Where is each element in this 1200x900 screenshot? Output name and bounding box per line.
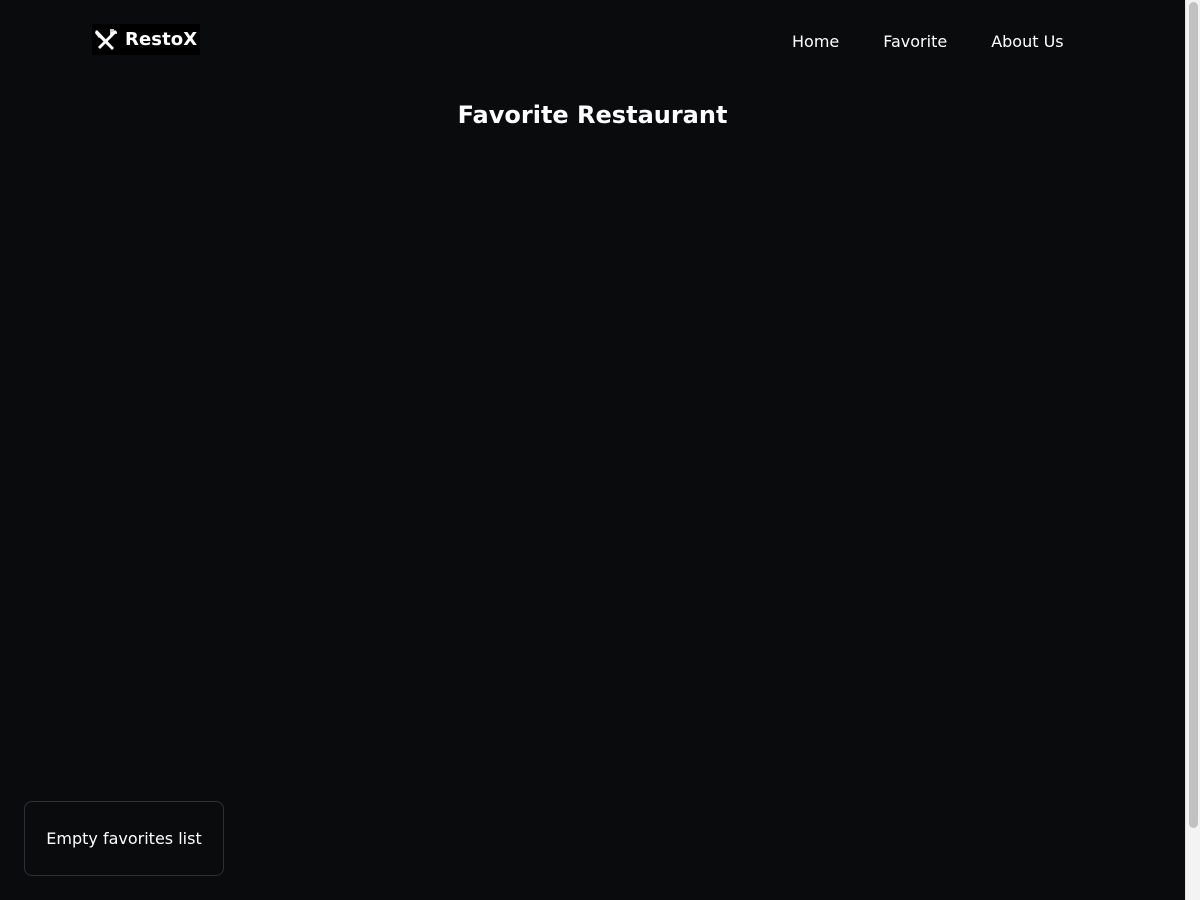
scrollbar-thumb[interactable]: [1189, 2, 1198, 828]
page: RestoX Home Favorite About Us Favorite R…: [0, 0, 1200, 900]
nav-link-home[interactable]: Home: [770, 30, 861, 54]
vertical-scrollbar[interactable]: [1185, 0, 1200, 900]
fork-knife-icon: [93, 27, 119, 53]
brand-name: RestoX: [125, 28, 198, 50]
main-nav: Home Favorite About Us: [770, 30, 1086, 54]
app-header: RestoX Home Favorite About Us: [0, 0, 1185, 84]
page-title: Favorite Restaurant: [457, 101, 728, 129]
viewport: RestoX Home Favorite About Us Favorite R…: [0, 0, 1185, 900]
toast-message: Empty favorites list: [46, 829, 202, 848]
nav-link-about-us[interactable]: About Us: [969, 30, 1085, 54]
toast-notification: Empty favorites list: [24, 801, 224, 876]
brand-logo-link[interactable]: RestoX: [92, 24, 200, 55]
nav-link-favorite[interactable]: Favorite: [861, 30, 969, 54]
